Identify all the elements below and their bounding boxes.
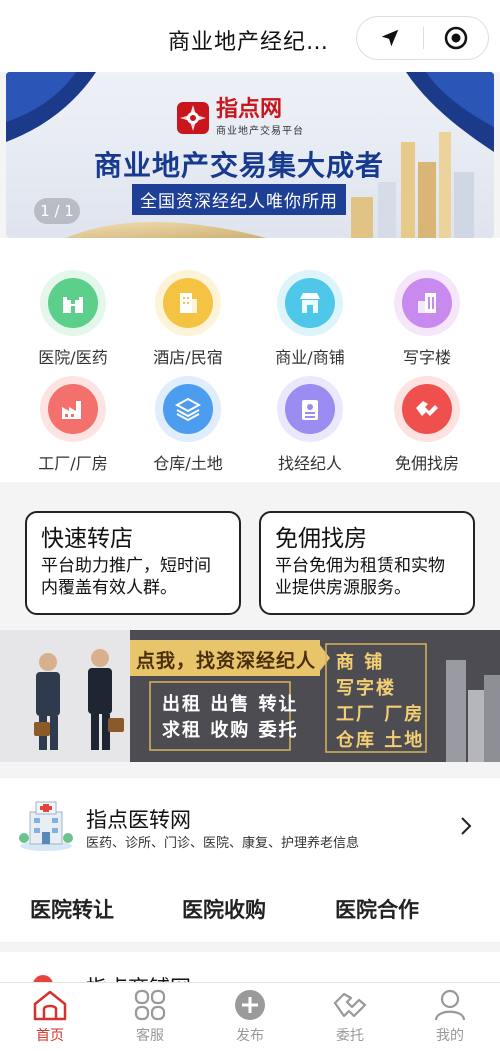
category-label: 仓库/土地 [153,454,223,473]
logo-subtitle: 商业地产交易平台 [216,126,304,137]
tab-label: 委托 [336,1028,364,1044]
category-label: 找经纪人 [277,454,342,473]
target-circle-icon [444,26,468,50]
hospital-building-icon [19,801,73,851]
location-arrow-icon [381,29,399,47]
banner-slogan: 商业地产交易集大成者 [94,149,385,182]
tab-label: 发布 [236,1028,264,1044]
category-office[interactable]: 写字楼 [372,270,482,370]
bottom-tab-bar: 首页 客服 发布 委托 我的 [0,982,500,1051]
category-label: 写字楼 [402,348,451,367]
logo-name: 指点网 [216,97,283,122]
tab-label: 首页 [36,1028,64,1044]
promo-card-quick-transfer[interactable]: 快速转店 平台助力推广，短时间内覆盖有效人群。 [25,511,241,615]
promo-card-free-commission[interactable]: 免佣找房 平台免佣为租赁和实物业提供房源服务。 [259,511,475,615]
navigation-bar: 商业地产经纪… [0,0,500,72]
category-icon-bg [394,376,460,442]
shop-section-icon [33,975,53,982]
category-icon-bg [40,376,106,442]
find-agent-banner[interactable]: 点我，找资深经纪人 出租 出售 转让 求租 收购 委托 商 铺 写字楼 工厂 厂… [0,630,500,762]
banner-logo: 指点网 商业地产交易平台 [176,98,304,137]
category-shop[interactable]: 商业/商铺 [255,270,365,370]
agent-banner-type-4: 仓库 土地 [336,730,425,751]
hospital-transfer-link[interactable]: 医院转让 [30,894,114,924]
shop-section-title: 指点商铺网 [86,972,191,982]
category-warehouse[interactable]: 仓库/土地 [133,376,243,476]
agent-banner-type-1: 商 铺 [336,652,385,673]
agent-banner-type-2: 写字楼 [336,678,396,699]
handshake-icon [333,992,367,1018]
promo-description: 平台免佣为租赁和实物业提供房源服务。 [275,556,445,598]
tab-mine[interactable]: 我的 [400,983,500,1051]
category-hospital[interactable]: 医院/医药 [18,270,128,370]
category-find-agent[interactable]: 找经纪人 [255,376,365,476]
category-icon-bg [277,270,343,336]
agent-banner-services-2: 求租 收购 委托 [162,720,299,741]
category-icon-bg [394,270,460,336]
hospital-icon [63,292,83,313]
agent-badge-icon [302,400,318,420]
handshake-icon [416,401,438,416]
promo-title: 免佣找房 [275,526,367,552]
hotel-icon [180,293,197,313]
hospital-section: 指点医转网 医药、诊所、门诊、医院、康复、护理养老信息 医院转让 医院收购 医院… [0,778,500,942]
chevron-right-icon[interactable] [458,814,474,838]
close-miniprogram-button[interactable] [423,17,489,59]
category-icon-bg [155,376,221,442]
category-free-commission[interactable]: 免佣找房 [372,376,482,476]
tab-customer-service[interactable]: 客服 [100,983,200,1051]
tab-home[interactable]: 首页 [0,983,100,1051]
hospital-acquisition-link[interactable]: 医院收购 [182,894,266,924]
category-grid: 医院/医药 酒店/民宿 商业/商铺 写字楼 工厂/厂房 仓库/土地 找经纪人 免… [0,238,500,482]
category-factory[interactable]: 工厂/厂房 [18,376,128,476]
agent-banner-type-3: 工厂 厂房 [336,704,425,725]
shop-section[interactable]: 指点商铺网 [0,952,500,982]
hospital-section-title: 指点医转网 [86,808,191,832]
category-icon-bg [277,376,343,442]
category-icon-bg [40,270,106,336]
warehouse-layers-icon [174,397,202,422]
page-title: 商业地产经纪… [168,30,330,55]
mini-program-capsule [356,16,489,60]
shop-icon [300,293,320,313]
plus-circle-icon [235,990,265,1020]
promo-description: 平台助力推广，短时间内覆盖有效人群。 [41,556,211,598]
hero-banner[interactable]: 指点网 商业地产交易平台 商业地产交易集大成者 全国资深经纪人唯你所用 1 / … [6,72,494,238]
logo-mark-icon [177,101,209,134]
tab-label: 客服 [136,1028,164,1044]
category-label: 工厂/厂房 [38,454,108,473]
hospital-cooperation-link[interactable]: 医院合作 [335,894,419,924]
category-icon-bg [155,270,221,336]
hospital-section-subtitle: 医药、诊所、门诊、医院、康复、护理养老信息 [86,836,360,851]
category-hotel[interactable]: 酒店/民宿 [133,270,243,370]
category-label: 酒店/民宿 [153,348,223,367]
factory-icon [62,401,81,419]
category-label: 免佣找房 [394,454,459,473]
category-label: 医院/医药 [38,348,108,367]
tab-entrust[interactable]: 委托 [300,983,400,1051]
location-button[interactable] [357,17,423,59]
tab-publish[interactable]: 发布 [200,983,300,1051]
promo-title: 快速转店 [41,526,133,552]
agent-banner-services-1: 出租 出售 转让 [162,694,299,715]
banner-tagline: 全国资深经纪人唯你所用 [132,184,346,215]
promo-section: 快速转店 平台助力推广，短时间内覆盖有效人群。 免佣找房 平台免佣为租赁和实物业… [0,482,500,630]
grid-icon [134,989,166,1021]
banner-page-counter: 1 / 1 [34,198,80,224]
home-icon [33,990,67,1021]
tab-label: 我的 [436,1028,464,1044]
office-building-icon [418,293,436,313]
agent-banner-headline: 点我，找资深经纪人 [136,650,317,672]
category-label: 商业/商铺 [275,348,345,367]
user-icon [434,989,466,1021]
